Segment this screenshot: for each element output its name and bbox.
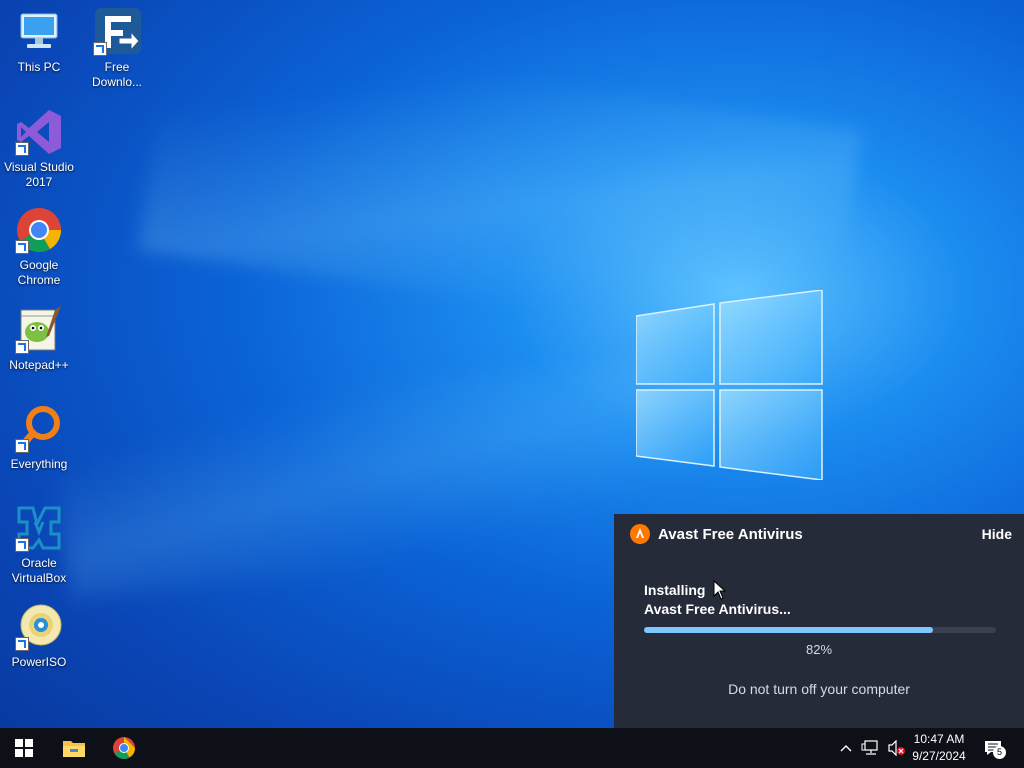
desktop-icon-label: This PC (17, 60, 61, 74)
clock-date: 9/27/2024 (912, 749, 966, 763)
desktop-icon-label: Visual Studio 2017 (4, 160, 74, 189)
shortcut-arrow-icon (15, 240, 29, 254)
hide-button[interactable]: Hide (982, 526, 1012, 542)
desktop-icon-poweriso[interactable]: PowerISO (0, 603, 78, 670)
install-progress-percent: 82% (805, 642, 833, 657)
desktop-icon-notepadpp[interactable]: Notepad++ (0, 306, 78, 373)
avast-install-panel: Avast Free Antivirus Hide Installing Ava… (614, 514, 1024, 728)
start-button[interactable] (0, 728, 48, 768)
taskbar-chrome[interactable] (100, 728, 148, 768)
avast-title: Avast Free Antivirus (630, 524, 803, 544)
shortcut-arrow-icon (15, 340, 29, 354)
desktop-icon-oracle-virtualbox[interactable]: Oracle VirtualBox (0, 504, 78, 586)
windows-logo-wallpaper (636, 290, 823, 480)
desktop-icon-label: PowerISO (11, 655, 67, 669)
desktop-icon-free-download-manager[interactable]: Free Downlo... (78, 8, 156, 90)
install-progress-fill (644, 627, 933, 633)
chrome-icon (15, 206, 63, 254)
free-download-manager-icon (93, 8, 141, 56)
avast-title-text: Avast Free Antivirus (658, 525, 803, 543)
mouse-cursor-icon (713, 580, 727, 600)
install-status-line2: Avast Free Antivirus... (644, 601, 791, 617)
show-hidden-icons-button[interactable] (836, 728, 856, 768)
shortcut-arrow-icon (15, 538, 29, 552)
virtualbox-icon (15, 504, 63, 552)
install-warning-note: Do not turn off your computer (728, 681, 910, 697)
network-icon (861, 740, 878, 755)
desktop-icon-label: Everything (10, 457, 68, 471)
taskbar-clock[interactable]: 10:47 AM 9/27/2024 (900, 731, 978, 765)
everything-search-icon (15, 405, 63, 453)
shortcut-arrow-icon (15, 142, 29, 156)
chrome-icon (113, 737, 135, 759)
desktop-icon-visual-studio[interactable]: Visual Studio 2017 (0, 108, 78, 190)
shortcut-arrow-icon (15, 637, 29, 651)
desktop-icon-this-pc[interactable]: This PC (0, 8, 78, 75)
shortcut-arrow-icon (15, 439, 29, 453)
notification-count-badge: 5 (993, 746, 1006, 759)
computer-icon (15, 8, 63, 56)
desktop-icon-google-chrome[interactable]: Google Chrome (0, 206, 78, 288)
poweriso-disc-icon (15, 603, 63, 651)
windows-start-icon (15, 739, 33, 757)
network-tray-button[interactable] (858, 728, 882, 768)
action-center-button[interactable]: 5 (980, 728, 1006, 768)
avast-logo-icon (630, 524, 650, 544)
desktop-icon-everything[interactable]: Everything (0, 405, 78, 472)
shortcut-arrow-icon (93, 42, 107, 56)
desktop-icon-label: Oracle VirtualBox (11, 556, 67, 585)
clock-time: 10:47 AM (913, 732, 965, 746)
desktop-icon-label: Google Chrome (17, 258, 61, 287)
taskbar: 10:47 AM 9/27/2024 5 (0, 728, 1024, 768)
taskbar-file-explorer[interactable] (50, 728, 98, 768)
file-explorer-icon (63, 741, 85, 757)
notepadpp-icon (15, 306, 63, 354)
visual-studio-icon (15, 108, 63, 156)
desktop-icon-label: Free Downlo... (91, 60, 143, 89)
chevron-up-icon (840, 745, 852, 752)
desktop-icon-label: Notepad++ (9, 358, 69, 372)
install-progress-bar (644, 627, 996, 633)
